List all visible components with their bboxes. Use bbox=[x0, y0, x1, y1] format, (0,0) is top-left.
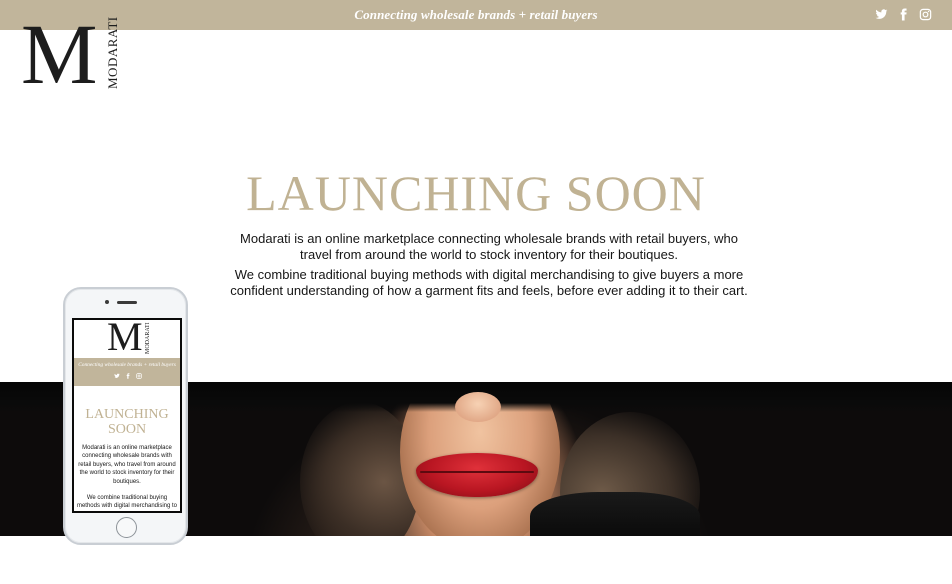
phone-speaker bbox=[117, 301, 137, 304]
mobile-description-paragraph: We combine traditional buying methods wi… bbox=[76, 495, 178, 510]
phone-screen: M MODARATI Connecting wholesale brands +… bbox=[72, 318, 182, 513]
intro-paragraph: Modarati is an online marketplace connec… bbox=[240, 231, 738, 262]
twitter-icon[interactable] bbox=[875, 8, 888, 21]
logo-letter: M bbox=[21, 6, 98, 102]
mobile-logo-wordmark: MODARATI bbox=[145, 322, 151, 354]
mobile-top-bar: Connecting wholesale brands + retail buy… bbox=[74, 358, 180, 386]
mobile-social-links bbox=[114, 373, 142, 379]
twitter-icon[interactable] bbox=[114, 373, 120, 379]
mobile-tagline: Connecting wholesale brands + retail buy… bbox=[78, 362, 176, 368]
facebook-icon[interactable] bbox=[125, 373, 131, 379]
mobile-logo[interactable]: M MODARATI bbox=[107, 320, 157, 360]
mobile-headline-line1: LAUNCHING bbox=[85, 407, 169, 422]
logo-wordmark: MODARATI bbox=[105, 16, 120, 89]
phone-camera bbox=[105, 300, 109, 304]
phone-home-button bbox=[116, 517, 137, 538]
phone-mockup: M MODARATI Connecting wholesale brands +… bbox=[63, 287, 188, 545]
social-links bbox=[875, 8, 932, 21]
facebook-icon[interactable] bbox=[897, 8, 910, 21]
description-paragraph: We combine traditional buying methods wi… bbox=[230, 267, 748, 298]
mobile-logo-letter: M bbox=[107, 318, 143, 359]
tagline: Connecting wholesale brands + retail buy… bbox=[354, 7, 598, 22]
modarati-logo[interactable]: M MODARATI bbox=[21, 11, 121, 97]
mobile-intro-paragraph: Modarati is an online marketplace connec… bbox=[78, 445, 176, 485]
instagram-icon[interactable] bbox=[919, 8, 932, 21]
top-bar: Connecting wholesale brands + retail buy… bbox=[0, 0, 952, 30]
mobile-headline: LAUNCHING SOON bbox=[74, 407, 180, 437]
mobile-headline-line2: SOON bbox=[107, 422, 147, 437]
instagram-icon[interactable] bbox=[136, 373, 142, 379]
page-headline: LAUNCHING SOON bbox=[246, 165, 706, 221]
